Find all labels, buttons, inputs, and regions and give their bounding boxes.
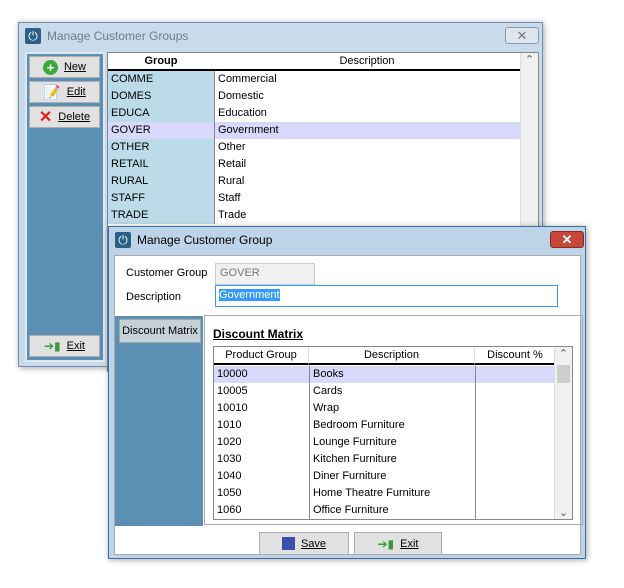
description-cell: Rural xyxy=(214,173,520,190)
description-cell: Education xyxy=(214,105,520,122)
close-button[interactable]: ✕ xyxy=(550,231,584,248)
group-cell: GOVER xyxy=(108,122,214,139)
description-cell: Trade xyxy=(214,207,520,224)
product-group-cell: 1050 xyxy=(214,485,309,502)
section-heading: Discount Matrix xyxy=(213,327,304,341)
description-cell: Books xyxy=(309,366,475,383)
title-bar: ⏻ Manage Customer Group xyxy=(109,227,585,253)
table-row[interactable]: RETAIL Retail xyxy=(108,156,520,173)
description-cell: Retail xyxy=(214,156,520,173)
column-header-description[interactable]: Description xyxy=(214,53,520,71)
group-cell: RETAIL xyxy=(108,156,214,173)
tab-discount-matrix[interactable]: Discount Matrix xyxy=(119,319,201,343)
group-cell: OTHER xyxy=(108,139,214,156)
column-header-product-group[interactable]: Product Group xyxy=(214,347,309,365)
table-row[interactable]: COMME Commercial xyxy=(108,71,520,88)
table-row[interactable]: STAFF Staff xyxy=(108,190,520,207)
window-title: Manage Customer Groups xyxy=(47,29,189,43)
description-label: Description xyxy=(126,291,182,303)
discount-cell[interactable] xyxy=(475,366,555,383)
product-group-cell: 10000 xyxy=(214,366,309,383)
column-header-group[interactable]: Group xyxy=(108,53,214,71)
description-input[interactable]: Government xyxy=(215,285,558,307)
discount-cell[interactable] xyxy=(475,485,555,502)
table-row[interactable]: TRADE Trade xyxy=(108,207,520,224)
power-icon: ⏻ xyxy=(25,28,41,44)
discount-cell[interactable] xyxy=(475,417,555,434)
product-group-cell: 1020 xyxy=(214,434,309,451)
group-cell: STAFF xyxy=(108,190,214,207)
description-cell: Domestic xyxy=(214,88,520,105)
discount-cell[interactable] xyxy=(475,468,555,485)
description-cell: Wrap xyxy=(309,400,475,417)
description-cell: Bedroom Furniture xyxy=(309,417,475,434)
column-header-description[interactable]: Description xyxy=(309,347,475,365)
product-group-cell: 1010 xyxy=(214,417,309,434)
discount-cell[interactable] xyxy=(475,451,555,468)
discount-cell[interactable] xyxy=(475,434,555,451)
table-row[interactable]: EDUCA Education xyxy=(108,105,520,122)
product-group-cell: 1040 xyxy=(214,468,309,485)
discount-cell[interactable] xyxy=(475,502,555,519)
plus-icon: + xyxy=(42,59,58,75)
description-cell: Kitchen Furniture xyxy=(309,451,475,468)
group-cell: COMME xyxy=(108,71,214,88)
edit-icon: 📝 xyxy=(43,83,61,100)
table-row[interactable]: RURAL Rural xyxy=(108,173,520,190)
table-row[interactable]: 1050 Home Theatre Furniture xyxy=(214,485,555,502)
table-row[interactable]: OTHER Other xyxy=(108,139,520,156)
power-icon: ⏻ xyxy=(115,232,131,248)
table-row[interactable]: 1010 Bedroom Furniture xyxy=(214,417,555,434)
tab-panel xyxy=(115,316,203,526)
scrollbar[interactable]: ⌃ ⌄ xyxy=(554,347,572,519)
edit-button[interactable]: 📝 Edit xyxy=(29,81,100,103)
new-button[interactable]: + New xyxy=(29,56,100,78)
product-group-cell: 1030 xyxy=(214,451,309,468)
group-cell: TRADE xyxy=(108,207,214,224)
description-cell: Government xyxy=(214,122,520,139)
description-cell: Commercial xyxy=(214,71,520,88)
exit-door-icon: ➔▮ xyxy=(43,339,61,353)
product-group-cell: 10005 xyxy=(214,383,309,400)
table-row[interactable]: 10010 Wrap xyxy=(214,400,555,417)
column-header-discount[interactable]: Discount % xyxy=(475,347,555,365)
delete-button[interactable]: ✕ Delete xyxy=(29,106,100,128)
description-cell: Diner Furniture xyxy=(309,468,475,485)
table-row[interactable]: 10005 Cards xyxy=(214,383,555,400)
table-row[interactable]: 1040 Diner Furniture xyxy=(214,468,555,485)
dialog-title: Manage Customer Group xyxy=(137,233,273,247)
manage-customer-group-dialog: ⏻ Manage Customer Group ✕ Customer Group… xyxy=(108,226,586,559)
description-cell: Lounge Furniture xyxy=(309,434,475,451)
discount-cell[interactable] xyxy=(475,400,555,417)
close-button[interactable]: ✕ xyxy=(505,27,539,44)
exit-button[interactable]: ➔▮ Exit xyxy=(29,335,100,357)
discount-cell[interactable] xyxy=(475,383,555,400)
description-cell: Staff xyxy=(214,190,520,207)
table-row[interactable]: 1030 Kitchen Furniture xyxy=(214,451,555,468)
table-row[interactable]: GOVER Government xyxy=(108,122,520,139)
table-row[interactable]: 10000 Books xyxy=(214,366,555,383)
group-cell: EDUCA xyxy=(108,105,214,122)
description-cell: Other xyxy=(214,139,520,156)
customer-group-field: GOVER xyxy=(215,263,315,285)
exit-button[interactable]: ➔▮ Exit xyxy=(354,532,442,555)
product-group-cell: 1060 xyxy=(214,502,309,519)
table-row[interactable]: DOMES Domestic xyxy=(108,88,520,105)
save-button[interactable]: Save xyxy=(259,532,349,555)
delete-x-icon: ✕ xyxy=(38,109,53,126)
group-cell: RURAL xyxy=(108,173,214,190)
product-group-cell: 10010 xyxy=(214,400,309,417)
description-cell: Home Theatre Furniture xyxy=(309,485,475,502)
exit-door-icon: ➔▮ xyxy=(377,536,395,551)
discount-matrix-table: Product Group Description Discount % 100… xyxy=(213,346,573,520)
customer-group-label: Customer Group xyxy=(126,267,208,279)
title-bar: ⏻ Manage Customer Groups xyxy=(19,23,542,49)
floppy-disk-icon xyxy=(281,537,295,550)
table-row[interactable]: 1060 Office Furniture xyxy=(214,502,555,519)
group-cell: DOMES xyxy=(108,88,214,105)
table-row[interactable]: 1020 Lounge Furniture xyxy=(214,434,555,451)
description-cell: Cards xyxy=(309,383,475,400)
description-cell: Office Furniture xyxy=(309,502,475,519)
scroll-thumb[interactable] xyxy=(557,365,570,383)
